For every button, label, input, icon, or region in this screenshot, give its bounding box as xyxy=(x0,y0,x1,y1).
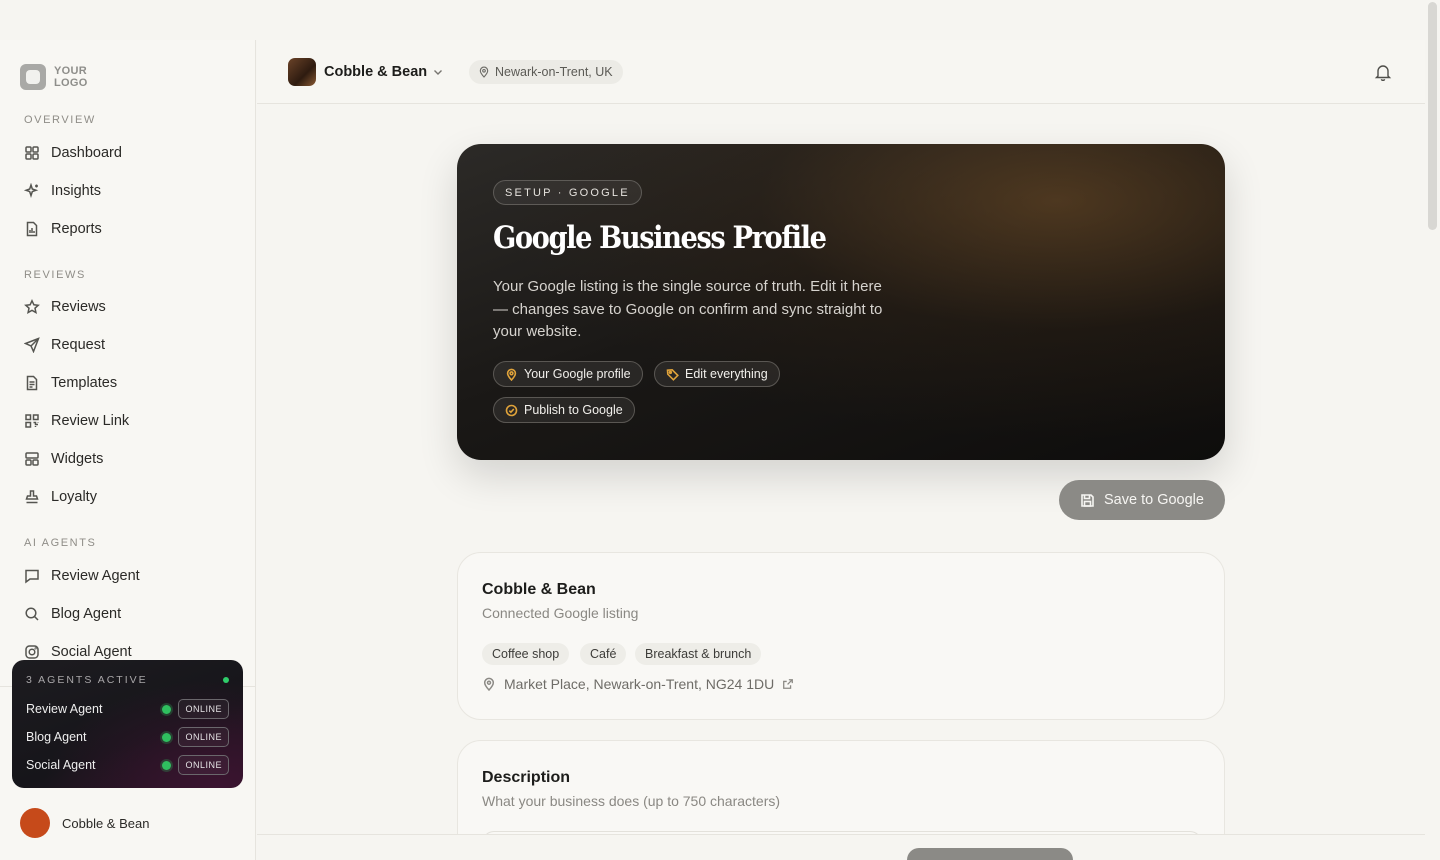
instagram-icon xyxy=(25,645,39,659)
address-text: Market Place, Newark-on-Trent, NG24 1DU xyxy=(504,676,775,692)
topbar: Cobble & Bean Newark-on-Trent, UK xyxy=(257,40,1425,104)
pin-icon xyxy=(483,677,495,691)
business-switcher[interactable]: Cobble & Bean xyxy=(324,64,427,80)
bottom-action-bar xyxy=(257,834,1425,860)
agents-card-title: 3 AGENTS ACTIVE xyxy=(26,674,148,686)
sidebar-item-review-agent[interactable]: Review Agent xyxy=(24,565,140,587)
bottom-save-button[interactable] xyxy=(907,848,1073,860)
sidebar-item-label: Blog Agent xyxy=(51,606,122,622)
listing-subtitle: Connected Google listing xyxy=(482,605,639,621)
sidebar-item-label: Review Agent xyxy=(51,568,140,584)
star-icon xyxy=(24,299,40,314)
qr-icon xyxy=(25,414,39,428)
chat-icon xyxy=(25,569,39,584)
status-badge: ONLINE xyxy=(178,727,229,747)
sidebar-item-label: Reports xyxy=(51,221,102,237)
hero-card: SETUP · GOOGLE Google Business Profile Y… xyxy=(457,144,1225,460)
chevron-down-icon[interactable] xyxy=(431,65,445,79)
sidebar-item-reports[interactable]: Reports xyxy=(24,218,102,240)
avatar[interactable] xyxy=(20,808,50,838)
sidebar-item-label: Templates xyxy=(51,375,118,391)
bell-icon[interactable] xyxy=(1373,62,1393,82)
sidebar-item-loyalty[interactable]: Loyalty xyxy=(24,486,97,508)
active-dot-icon xyxy=(223,677,229,683)
location-label: Newark-on-Trent, UK xyxy=(495,65,613,79)
agent-row-social: Social Agent ONLINE xyxy=(26,755,229,775)
location-pill[interactable]: Newark-on-Trent, UK xyxy=(469,60,623,84)
sidebar-item-label: Social Agent xyxy=(51,644,132,660)
category-tag: Coffee shop xyxy=(482,643,570,665)
agent-row-blog: Blog Agent ONLINE xyxy=(26,727,229,747)
send-icon xyxy=(24,337,40,353)
business-avatar[interactable] xyxy=(288,58,316,86)
widget-icon xyxy=(25,452,39,466)
sidebar-item-label: Insights xyxy=(51,183,101,199)
user-name[interactable]: Cobble & Bean xyxy=(62,816,149,831)
save-to-google-button[interactable]: Save to Google xyxy=(1059,480,1225,520)
page-title: Google Business Profile xyxy=(493,220,827,256)
pin-icon xyxy=(479,66,489,78)
sidebar-item-label: Reviews xyxy=(51,299,106,315)
hero-description: Your Google listing is the single source… xyxy=(493,278,883,340)
sidebar-item-dashboard[interactable]: Dashboard xyxy=(24,142,122,164)
address-link[interactable]: Market Place, Newark-on-Trent, NG24 1DU xyxy=(482,676,794,692)
document-icon xyxy=(26,375,38,391)
chip-google-profile: Your Google profile xyxy=(493,361,643,387)
status-badge: ONLINE xyxy=(178,699,229,719)
report-icon xyxy=(26,221,38,237)
sidebar-item-reviews[interactable]: Reviews xyxy=(24,296,106,318)
logo-mark-icon xyxy=(20,64,46,90)
sidebar-item-label: Loyalty xyxy=(51,489,97,505)
sidebar-item-blog-agent[interactable]: Blog Agent xyxy=(24,603,121,625)
sidebar-item-templates[interactable]: Templates xyxy=(24,372,117,394)
sidebar-item-label: Review Link xyxy=(51,413,130,429)
chip-edit-everything: Edit everything xyxy=(654,361,780,387)
chip-label: Publish to Google xyxy=(524,403,623,417)
logo[interactable]: YOUR LOGO xyxy=(20,64,88,90)
sidebar-item-insights[interactable]: Insights xyxy=(24,180,101,202)
stamp-icon xyxy=(25,490,39,504)
scrollbar[interactable] xyxy=(1425,0,1440,860)
listing-card: Cobble & Bean Connected Google listing C… xyxy=(457,552,1225,720)
logo-line-2: LOGO xyxy=(54,77,88,89)
section-ai-agents: AI AGENTS xyxy=(24,537,97,549)
description-subtitle: What your business does (up to 750 chara… xyxy=(482,793,781,809)
agent-name: Review Agent xyxy=(26,702,103,716)
chip-publish-to-google: Publish to Google xyxy=(493,397,635,423)
sidebar-item-widgets[interactable]: Widgets xyxy=(24,448,103,470)
tag-icon xyxy=(666,368,679,381)
save-icon xyxy=(1081,493,1094,507)
search-icon xyxy=(25,607,39,621)
chip-label: Your Google profile xyxy=(524,367,631,381)
section-overview: OVERVIEW xyxy=(24,114,96,126)
online-dot-icon xyxy=(162,732,172,742)
sparkle-icon xyxy=(24,183,39,199)
category-tag: Café xyxy=(580,643,627,665)
setup-badge: SETUP · GOOGLE xyxy=(493,180,642,205)
sidebar-item-request[interactable]: Request xyxy=(24,334,105,356)
section-reviews: REVIEWS xyxy=(24,269,86,281)
logo-line-1: YOUR xyxy=(54,65,87,77)
grid-icon xyxy=(25,146,39,160)
online-dot-icon xyxy=(162,760,172,770)
sidebar-item-label: Dashboard xyxy=(51,145,122,161)
listing-title: Cobble & Bean xyxy=(482,581,596,598)
description-title: Description xyxy=(482,769,571,786)
pin-icon xyxy=(506,368,517,381)
sidebar-item-label: Request xyxy=(51,337,106,353)
chip-label: Edit everything xyxy=(685,367,768,381)
online-dot-icon xyxy=(162,704,172,714)
agent-name: Social Agent xyxy=(26,758,96,772)
category-tag: Breakfast & brunch xyxy=(635,643,762,665)
agent-name: Blog Agent xyxy=(26,730,87,744)
save-button-label: Save to Google xyxy=(1104,492,1204,508)
agents-status-card[interactable]: 3 AGENTS ACTIVE Review Agent ONLINE Blog… xyxy=(12,660,243,788)
status-badge: ONLINE xyxy=(178,755,229,775)
scrollbar-thumb[interactable] xyxy=(1428,2,1437,230)
check-circle-icon xyxy=(505,404,518,416)
agent-row-review: Review Agent ONLINE xyxy=(26,699,229,719)
sidebar-item-review-link[interactable]: Review Link xyxy=(24,410,129,432)
external-link-icon xyxy=(783,679,794,689)
sidebar-item-label: Widgets xyxy=(51,451,104,467)
